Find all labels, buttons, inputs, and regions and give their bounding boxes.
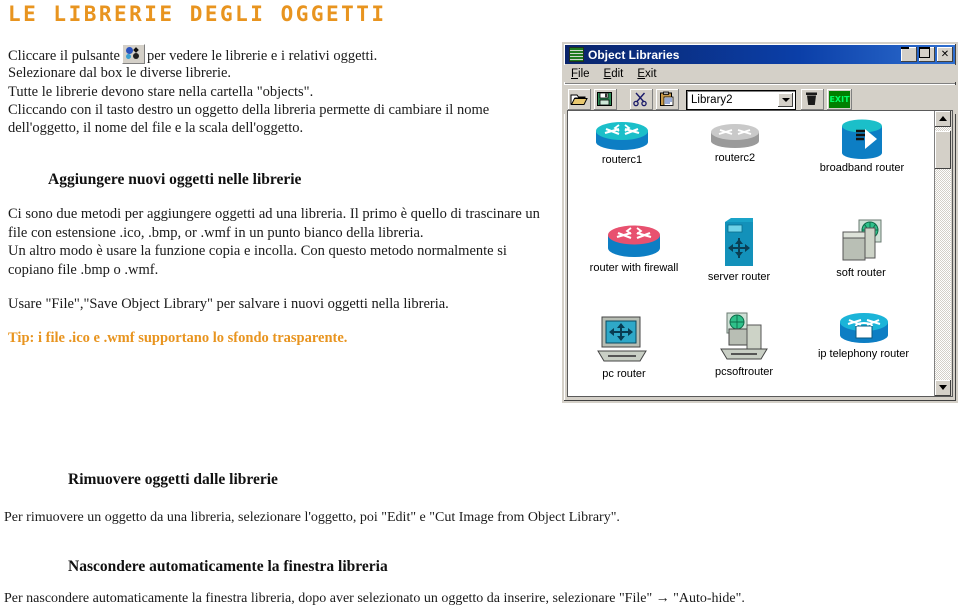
list-item-label: broadband router: [819, 162, 905, 174]
list-item[interactable]: broadband router: [802, 117, 922, 174]
paste-button[interactable]: [656, 89, 679, 110]
trash-can-icon: [806, 92, 817, 105]
list-item[interactable]: routerc1: [574, 119, 670, 166]
list-item[interactable]: ip telephony router: [801, 309, 926, 360]
list-item-label: server router: [707, 271, 771, 283]
close-button[interactable]: ✕: [937, 47, 953, 62]
library-select[interactable]: Library2: [686, 89, 796, 110]
scroll-down-icon[interactable]: [935, 380, 951, 396]
pc-router-icon: [597, 316, 647, 362]
window-titlebar[interactable]: Object Libraries ✕: [565, 45, 955, 64]
heading-remove-objects: Rimuovere oggetti dalle librerie: [68, 471, 278, 488]
intro-line-1-after: per vedere le librerie e i relativi ogge…: [146, 48, 378, 64]
tip-transparent-background: Tip: i file .ico e .wmf supportano lo sf…: [8, 330, 348, 346]
save-button[interactable]: [594, 89, 617, 110]
list-item[interactable]: server router: [689, 216, 789, 283]
list-item[interactable]: pcsoftrouter: [689, 311, 799, 378]
list-item-label: router with firewall: [589, 262, 679, 274]
list-item-label: soft router: [836, 267, 886, 279]
list-item-label: routerc2: [714, 152, 756, 164]
open-folder-icon: [570, 94, 588, 105]
ip-telephony-router-icon: [839, 313, 888, 343]
exit-button[interactable]: EXIT: [827, 89, 852, 110]
grid-icon: [569, 47, 584, 62]
list-item[interactable]: pc router: [574, 313, 674, 380]
server-router-icon: [725, 218, 753, 266]
pcsoft-router-icon: [720, 312, 768, 360]
exit-button-label: EXIT: [829, 91, 850, 108]
list-item[interactable]: router with firewall: [574, 221, 694, 274]
list-item-label: routerc1: [601, 154, 643, 166]
list-item[interactable]: soft router: [806, 216, 916, 279]
router-cyan-icon: [596, 122, 648, 150]
paragraph-auto-hide: Per nascondere automaticamente la finest…: [4, 591, 745, 606]
list-item[interactable]: routerc2: [687, 121, 783, 164]
router-firewall-icon: [608, 225, 660, 257]
broadband-router-icon: [842, 119, 882, 159]
add-methods-line-4: copiano file .bmp o .wmf.: [8, 261, 159, 278]
add-methods-line-1: Ci sono due metodi per aggiungere oggett…: [8, 206, 540, 222]
intro-line-4: Cliccando con il tasto destro un oggetto…: [8, 102, 490, 118]
open-folder-button[interactable]: [568, 89, 591, 110]
page-root: LE LIBRERIE DEGLI OGGETTI Cliccare il pu…: [0, 0, 960, 611]
close-icon: ✕: [940, 48, 950, 60]
intro-line-1-before: Cliccare il pulsante: [8, 48, 120, 64]
paragraph-add-methods: Ci sono due metodi per aggiungere oggett…: [8, 205, 540, 279]
maximize-icon: [919, 47, 930, 58]
delete-button[interactable]: [801, 89, 824, 110]
add-methods-line-3: Un altro modo è usare la funzione copia …: [8, 243, 507, 259]
intro-line-1: Cliccare il pulsante per vedere le librer…: [8, 44, 377, 65]
soft-router-icon: [842, 219, 882, 261]
icon-grid: routerc1 routerc2 broadband router route…: [568, 111, 935, 396]
add-methods-line-2: file con estensione .ico, .bmp, or .wmf …: [8, 224, 424, 241]
list-item-label: pcsoftrouter: [714, 366, 774, 378]
window-title: Object Libraries: [588, 47, 680, 62]
heading-auto-hide: Nascondere automaticamente la finestra l…: [68, 558, 388, 575]
paragraph-remove-objects: Per rimuovere un oggetto da una libreria…: [4, 510, 620, 525]
menu-item-exit[interactable]: Exit: [637, 68, 656, 80]
list-item-label: pc router: [602, 368, 646, 380]
minimize-button[interactable]: [901, 47, 917, 62]
minimize-icon: [901, 47, 909, 49]
intro-line-2: Selezionare dal box le diverse librerie.: [8, 65, 232, 81]
maximize-button[interactable]: [919, 47, 935, 62]
window-menubar: File Edit Exit: [564, 65, 956, 82]
vertical-scrollbar[interactable]: [934, 111, 952, 396]
clipboard-paste-icon: [660, 91, 674, 106]
paragraph-save-library: Usare "File","Save Object Library" per s…: [8, 296, 449, 312]
intro-line-3: Tutte le librerie devono stare nella car…: [8, 84, 314, 100]
scissors-icon: [633, 92, 647, 107]
object-libraries-window: Object Libraries ✕ File Edit Exit Librar…: [562, 42, 958, 403]
menu-item-file[interactable]: File: [571, 68, 590, 80]
list-item-label: ip telephony router: [817, 348, 910, 360]
library-client-area: routerc1 routerc2 broadband router route…: [567, 110, 953, 397]
scroll-up-icon[interactable]: [935, 111, 951, 127]
intro-line-5: dell'oggetto, il nome del file e la scal…: [8, 120, 304, 136]
library-select-value: Library2: [691, 93, 733, 106]
object-library-toolbar-button-icon: [121, 44, 145, 64]
heading-add-objects: Aggiungere nuovi oggetti nelle librerie: [48, 171, 302, 188]
chevron-down-icon[interactable]: [778, 92, 793, 107]
menu-item-edit[interactable]: Edit: [604, 68, 624, 80]
page-title: LE LIBRERIE DEGLI OGGETTI: [8, 2, 387, 26]
scrollbar-track[interactable]: [935, 127, 951, 380]
floppy-save-icon: [597, 92, 612, 106]
cut-button[interactable]: [630, 89, 653, 110]
router-gray-icon: [711, 124, 759, 148]
scrollbar-thumb[interactable]: [935, 131, 951, 169]
